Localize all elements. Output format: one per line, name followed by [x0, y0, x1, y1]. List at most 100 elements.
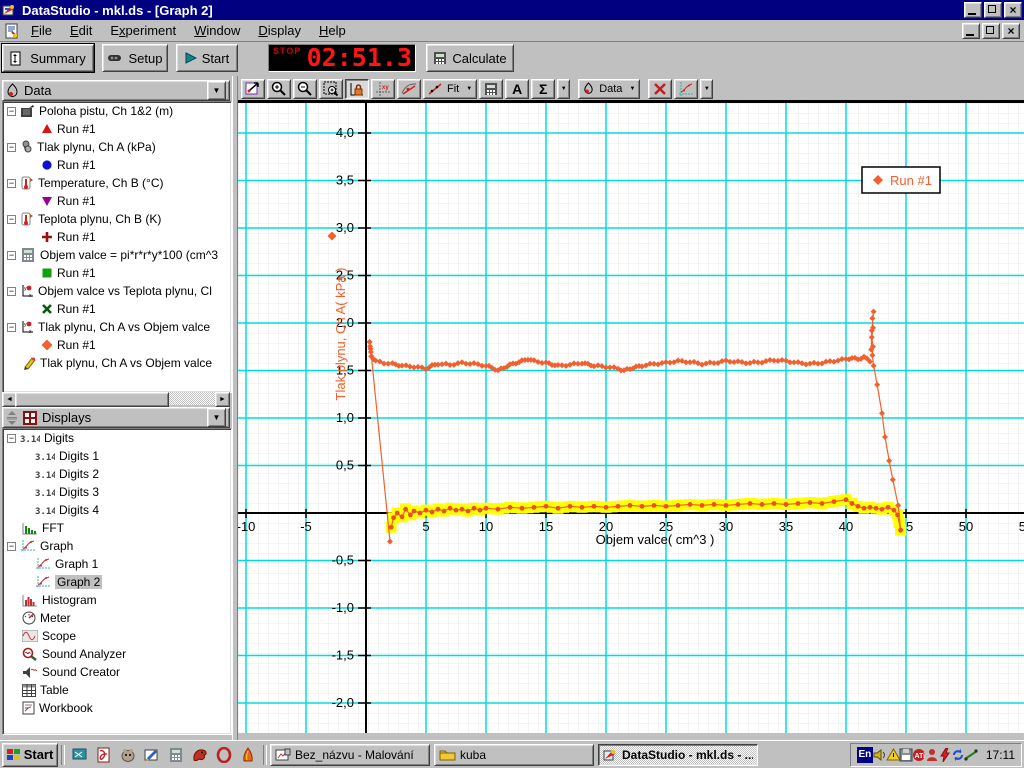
quick-launch-calculator[interactable] — [166, 745, 186, 765]
display-item-scope[interactable]: Scope — [3, 627, 231, 645]
language-indicator[interactable]: En — [857, 747, 873, 763]
display-item-table[interactable]: Table — [3, 681, 231, 699]
collapse-box[interactable]: − — [7, 542, 16, 551]
display-subitem-digits-3[interactable]: 3.14Digits 3 — [3, 483, 231, 501]
menu-experiment[interactable]: Experiment — [101, 21, 185, 40]
quick-launch-opera[interactable] — [214, 745, 234, 765]
display-item-fft[interactable]: FFT — [3, 519, 231, 537]
displays-panel-header[interactable]: Displays ▼ — [2, 407, 230, 428]
run-item[interactable]: Run #1 — [3, 300, 231, 318]
data-menu-button[interactable]: Data▼ — [578, 79, 640, 99]
data-source-item[interactable]: −Tlak plynu, Ch A (kPa) — [3, 138, 231, 156]
start-button[interactable]: Start — [176, 44, 238, 72]
svg-text:35: 35 — [779, 519, 793, 534]
task-button[interactable]: Bez_názvu - Malování — [270, 744, 430, 766]
run-item[interactable]: Run #1 — [3, 264, 231, 282]
delete-button[interactable] — [648, 79, 672, 99]
child-minimize-button[interactable] — [962, 23, 980, 39]
quick-launch-show-desktop[interactable] — [70, 745, 90, 765]
display-subitem-graph-2[interactable]: Graph 2 — [3, 573, 231, 591]
scroll-right-arrow[interactable]: ► — [215, 392, 230, 407]
svg-text:y: y — [24, 322, 27, 328]
display-item-meter[interactable]: Meter — [3, 609, 231, 627]
menu-help[interactable]: Help — [310, 21, 355, 40]
start-menu-button[interactable]: Start — [2, 743, 58, 767]
display-item-workbook[interactable]: Workbook — [3, 699, 231, 717]
collapse-box[interactable]: − — [7, 434, 16, 443]
display-item-histogram[interactable]: Histogram — [3, 591, 231, 609]
quick-launch-winamp[interactable] — [238, 745, 258, 765]
close-button[interactable]: × — [1004, 2, 1022, 18]
quick-launch-designer[interactable] — [142, 745, 162, 765]
child-restore-button[interactable] — [982, 23, 1000, 39]
smart-tool-button[interactable]: xy — [371, 79, 395, 99]
data-source-item[interactable]: −Temperature, Ch B (°C) — [3, 174, 231, 192]
graph-settings-dropdown[interactable]: ▼ — [700, 79, 713, 99]
minimize-button[interactable] — [964, 2, 982, 18]
calculate-button[interactable]: Calculate — [426, 44, 514, 72]
display-item-digits[interactable]: −3.14Digits — [3, 429, 231, 447]
collapse-box[interactable]: − — [7, 107, 16, 116]
collapse-box[interactable]: − — [7, 287, 16, 296]
data-source-item[interactable]: −Objem valce = pi*r*r*y*100 (cm^3 — [3, 246, 231, 264]
fit-menu-button[interactable]: Fit▼ — [423, 79, 477, 99]
quick-launch-dragon[interactable] — [190, 745, 210, 765]
splitter-icon[interactable] — [6, 411, 18, 425]
tray-connect-icon[interactable] — [964, 747, 979, 762]
task-button[interactable]: kuba — [434, 744, 594, 766]
scroll-thumb[interactable] — [15, 392, 169, 407]
quick-launch-hamster[interactable] — [118, 745, 138, 765]
data-source-item[interactable]: −Teplota plynu, Ch B (K) — [3, 210, 231, 228]
text-tool-button[interactable]: A — [505, 79, 529, 99]
collapse-box[interactable]: − — [7, 251, 16, 260]
setup-button[interactable]: Setup — [102, 44, 168, 72]
run-item[interactable]: Run #1 — [3, 228, 231, 246]
display-item-sound-analyzer[interactable]: Sound Analyzer — [3, 645, 231, 663]
data-tree-hscrollbar[interactable]: ◄ ► — [2, 392, 230, 405]
statistics-button[interactable]: Σ — [531, 79, 555, 99]
display-item-graph[interactable]: −Graph — [3, 537, 231, 555]
display-subitem-digits-4[interactable]: 3.14Digits 4 — [3, 501, 231, 519]
displays-panel-dropdown[interactable]: ▼ — [207, 408, 226, 427]
data-source-item[interactable]: Tlak plynu, Ch A vs Objem valce — [3, 354, 231, 372]
collapse-box[interactable]: − — [7, 323, 16, 332]
menu-edit[interactable]: Edit — [61, 21, 101, 40]
restore-button[interactable] — [984, 2, 1002, 18]
quick-launch-acrobat[interactable] — [94, 745, 114, 765]
display-item-sound-creator[interactable]: Sound Creator — [3, 663, 231, 681]
display-subitem-digits-2[interactable]: 3.14Digits 2 — [3, 465, 231, 483]
display-subitem-graph-1[interactable]: Graph 1 — [3, 555, 231, 573]
menu-file[interactable]: File — [22, 21, 61, 40]
data-source-item[interactable]: −yxTlak plynu, Ch A vs Objem valce — [3, 318, 231, 336]
collapse-box[interactable]: − — [7, 179, 16, 188]
run-item[interactable]: Run #1 — [3, 120, 231, 138]
display-subitem-digits-1[interactable]: 3.14Digits 1 — [3, 447, 231, 465]
taskbar-divider — [61, 745, 65, 765]
run-marker-icon — [41, 123, 53, 135]
zoom-select-button[interactable] — [319, 79, 343, 99]
graph-plot-area[interactable]: 4,03,53,02,52,01,51,00,5-0,5-1,0-1,5-2,0… — [238, 103, 1024, 733]
task-button[interactable]: DataStudio - mkl.ds - ... — [598, 744, 758, 766]
axis-lock-button[interactable] — [345, 79, 369, 99]
run-item[interactable]: Run #1 — [3, 156, 231, 174]
child-close-button[interactable]: × — [1002, 23, 1020, 39]
zoom-out-button[interactable] — [293, 79, 317, 99]
statistics-dropdown[interactable]: ▼ — [557, 79, 570, 99]
scale-to-fit-button[interactable] — [241, 79, 265, 99]
menu-window[interactable]: Window — [185, 21, 249, 40]
graph-calculate-button[interactable] — [479, 79, 503, 99]
graph-settings-button[interactable] — [674, 79, 698, 99]
run-item[interactable]: Run #1 — [3, 192, 231, 210]
document-icon[interactable] — [2, 21, 22, 41]
summary-button[interactable]: Summary — [2, 44, 94, 72]
data-source-item[interactable]: −yxObjem valce vs Teplota plynu, Cl — [3, 282, 231, 300]
slope-tool-button[interactable] — [397, 79, 421, 99]
zoom-in-button[interactable] — [267, 79, 291, 99]
menu-display[interactable]: Display — [249, 21, 310, 40]
data-panel-header[interactable]: Data ▼ — [2, 80, 230, 101]
collapse-box[interactable]: − — [7, 143, 16, 152]
data-panel-dropdown[interactable]: ▼ — [207, 81, 226, 100]
collapse-box[interactable]: − — [7, 215, 16, 224]
data-source-item[interactable]: −Poloha pistu, Ch 1&2 (m) — [3, 102, 231, 120]
run-item[interactable]: Run #1 — [3, 336, 231, 354]
